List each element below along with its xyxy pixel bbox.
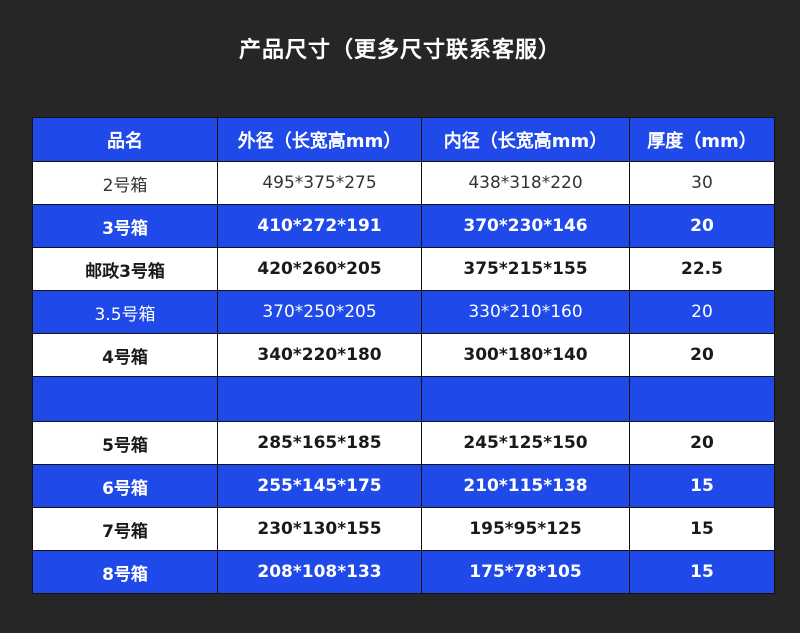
cell-name: 3.5号箱 — [32, 290, 218, 334]
page-title: 产品尺寸（更多尺寸联系客服） — [238, 38, 561, 63]
cell-outer: 208*108*133 — [217, 550, 422, 594]
table-header-row: 品名 外径（长宽高mm） 内径（长宽高mm） 厚度（mm） — [32, 117, 775, 162]
cell-inner: 195*95*125 — [421, 507, 630, 551]
cell-outer: 495*375*275 — [217, 161, 422, 205]
cell-thickness: 15 — [629, 464, 775, 508]
cell-thickness: 20 — [629, 421, 775, 465]
table-row: 3.5号箱 370*250*205 330*210*160 20 — [32, 290, 775, 334]
cell-inner: 210*115*138 — [421, 464, 630, 508]
cell-name: 4号箱 — [32, 333, 218, 377]
cell-thickness: 15 — [629, 550, 775, 594]
cell-thickness — [629, 376, 775, 422]
cell-name: 8号箱 — [32, 550, 218, 594]
header-name: 品名 — [32, 117, 218, 162]
cell-outer: 420*260*205 — [217, 247, 422, 291]
cell-outer: 230*130*155 — [217, 507, 422, 551]
table-row: 3号箱 410*272*191 370*230*146 20 — [32, 204, 775, 248]
table-row: 2号箱 495*375*275 438*318*220 30 — [32, 161, 775, 205]
header-thickness: 厚度（mm） — [629, 117, 775, 162]
cell-name: 6号箱 — [32, 464, 218, 508]
cell-thickness: 22.5 — [629, 247, 775, 291]
cell-inner — [421, 376, 630, 422]
cell-outer: 340*220*180 — [217, 333, 422, 377]
table-row: 7号箱 230*130*155 195*95*125 15 — [32, 507, 775, 551]
cell-inner: 370*230*146 — [421, 204, 630, 248]
cell-name: 2号箱 — [32, 161, 218, 205]
cell-outer: 255*145*175 — [217, 464, 422, 508]
cell-name: 3号箱 — [32, 204, 218, 248]
cell-inner: 375*215*155 — [421, 247, 630, 291]
cell-thickness: 15 — [629, 507, 775, 551]
cell-outer: 370*250*205 — [217, 290, 422, 334]
size-table: 品名 外径（长宽高mm） 内径（长宽高mm） 厚度（mm） 2号箱 495*37… — [32, 117, 775, 594]
cell-name — [32, 376, 218, 422]
header-inner-dimensions: 内径（长宽高mm） — [421, 117, 630, 162]
table-row: 邮政3号箱 420*260*205 375*215*155 22.5 — [32, 247, 775, 291]
table-row: 8号箱 208*108*133 175*78*105 15 — [32, 550, 775, 594]
cell-outer: 410*272*191 — [217, 204, 422, 248]
cell-thickness: 30 — [629, 161, 775, 205]
cell-inner: 245*125*150 — [421, 421, 630, 465]
table-row-empty — [32, 376, 775, 422]
cell-inner: 300*180*140 — [421, 333, 630, 377]
table-row: 6号箱 255*145*175 210*115*138 15 — [32, 464, 775, 508]
header-outer-dimensions: 外径（长宽高mm） — [217, 117, 422, 162]
cell-name: 邮政3号箱 — [32, 247, 218, 291]
cell-name: 5号箱 — [32, 421, 218, 465]
cell-outer: 285*165*185 — [217, 421, 422, 465]
cell-inner: 175*78*105 — [421, 550, 630, 594]
cell-name: 7号箱 — [32, 507, 218, 551]
cell-inner: 330*210*160 — [421, 290, 630, 334]
cell-thickness: 20 — [629, 204, 775, 248]
product-size-page: 产品尺寸（更多尺寸联系客服） 品名 外径（长宽高mm） 内径（长宽高mm） 厚度… — [0, 0, 800, 633]
cell-inner: 438*318*220 — [421, 161, 630, 205]
cell-thickness: 20 — [629, 333, 775, 377]
table-row: 5号箱 285*165*185 245*125*150 20 — [32, 421, 775, 465]
cell-thickness: 20 — [629, 290, 775, 334]
cell-outer — [217, 376, 422, 422]
table-row: 4号箱 340*220*180 300*180*140 20 — [32, 333, 775, 377]
